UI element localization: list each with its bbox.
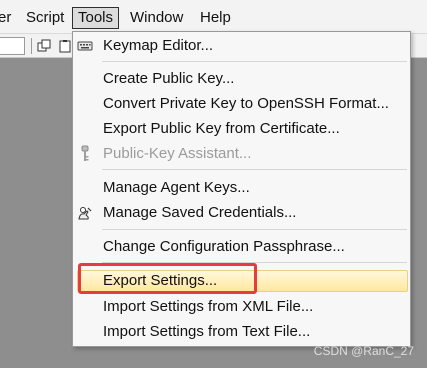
credentials-icon — [76, 204, 94, 222]
menu-option-manage-saved-credentials[interactable]: Manage Saved Credentials... — [73, 202, 410, 224]
toolbar-separator — [31, 38, 32, 54]
menu-option-import-text[interactable]: Import Settings from Text File... — [73, 321, 410, 343]
menu-item-script[interactable]: Script — [26, 7, 64, 29]
menu-option-label: Manage Agent Keys... — [103, 179, 250, 196]
key-icon — [76, 145, 94, 163]
menu-option-public-key-assistant: Public-Key Assistant... — [73, 143, 410, 165]
menu-option-label: Export Public Key from Certificate... — [103, 120, 340, 137]
keyboard-icon — [76, 37, 94, 55]
duplicate-window-icon[interactable] — [37, 39, 51, 53]
menu-item-view-truncated[interactable]: er — [0, 7, 11, 29]
menu-item-window[interactable]: Window — [130, 7, 183, 29]
menu-separator — [102, 169, 407, 170]
menu-option-label: Create Public Key... — [103, 70, 235, 87]
menu-option-create-public-key[interactable]: Create Public Key... — [73, 68, 410, 90]
menu-option-export-public-key[interactable]: Export Public Key from Certificate... — [73, 118, 410, 140]
menu-item-tools[interactable]: Tools — [72, 7, 120, 29]
menu-option-label: Keymap Editor... — [103, 37, 214, 54]
menu-option-label: Convert Private Key to OpenSSH Format... — [103, 95, 389, 112]
menu-option-import-xml[interactable]: Import Settings from XML File... — [73, 296, 410, 318]
menu-separator — [102, 229, 407, 230]
app-window: er Script Tools Window Help Keymap Edito… — [0, 0, 427, 368]
menu-bar: er Script Tools Window Help — [0, 0, 427, 34]
menu-item-help[interactable]: Help — [200, 7, 231, 29]
menu-separator — [102, 61, 407, 62]
menu-option-convert-private-key[interactable]: Convert Private Key to OpenSSH Format... — [73, 93, 410, 115]
toolbar-input[interactable] — [0, 37, 25, 55]
menu-option-label: Public-Key Assistant... — [103, 145, 252, 162]
menu-option-label: Export Settings... — [103, 272, 218, 289]
menu-option-keymap-editor[interactable]: Keymap Editor... — [73, 35, 410, 57]
watermark: CSDN @RanC_27 — [313, 344, 414, 358]
menu-option-export-settings[interactable]: Export Settings... — [73, 270, 410, 292]
tools-dropdown-menu: Keymap Editor... Create Public Key... Co… — [72, 31, 411, 347]
menu-option-manage-agent-keys[interactable]: Manage Agent Keys... — [73, 177, 410, 199]
menu-option-label: Import Settings from Text File... — [103, 323, 311, 340]
menu-option-label: Manage Saved Credentials... — [103, 204, 297, 221]
clipboard-icon[interactable] — [58, 39, 72, 53]
menu-separator — [102, 262, 407, 263]
menu-option-label: Import Settings from XML File... — [103, 298, 314, 315]
menu-option-label: Change Configuration Passphrase... — [103, 238, 345, 255]
menu-option-change-passphrase[interactable]: Change Configuration Passphrase... — [73, 236, 410, 258]
